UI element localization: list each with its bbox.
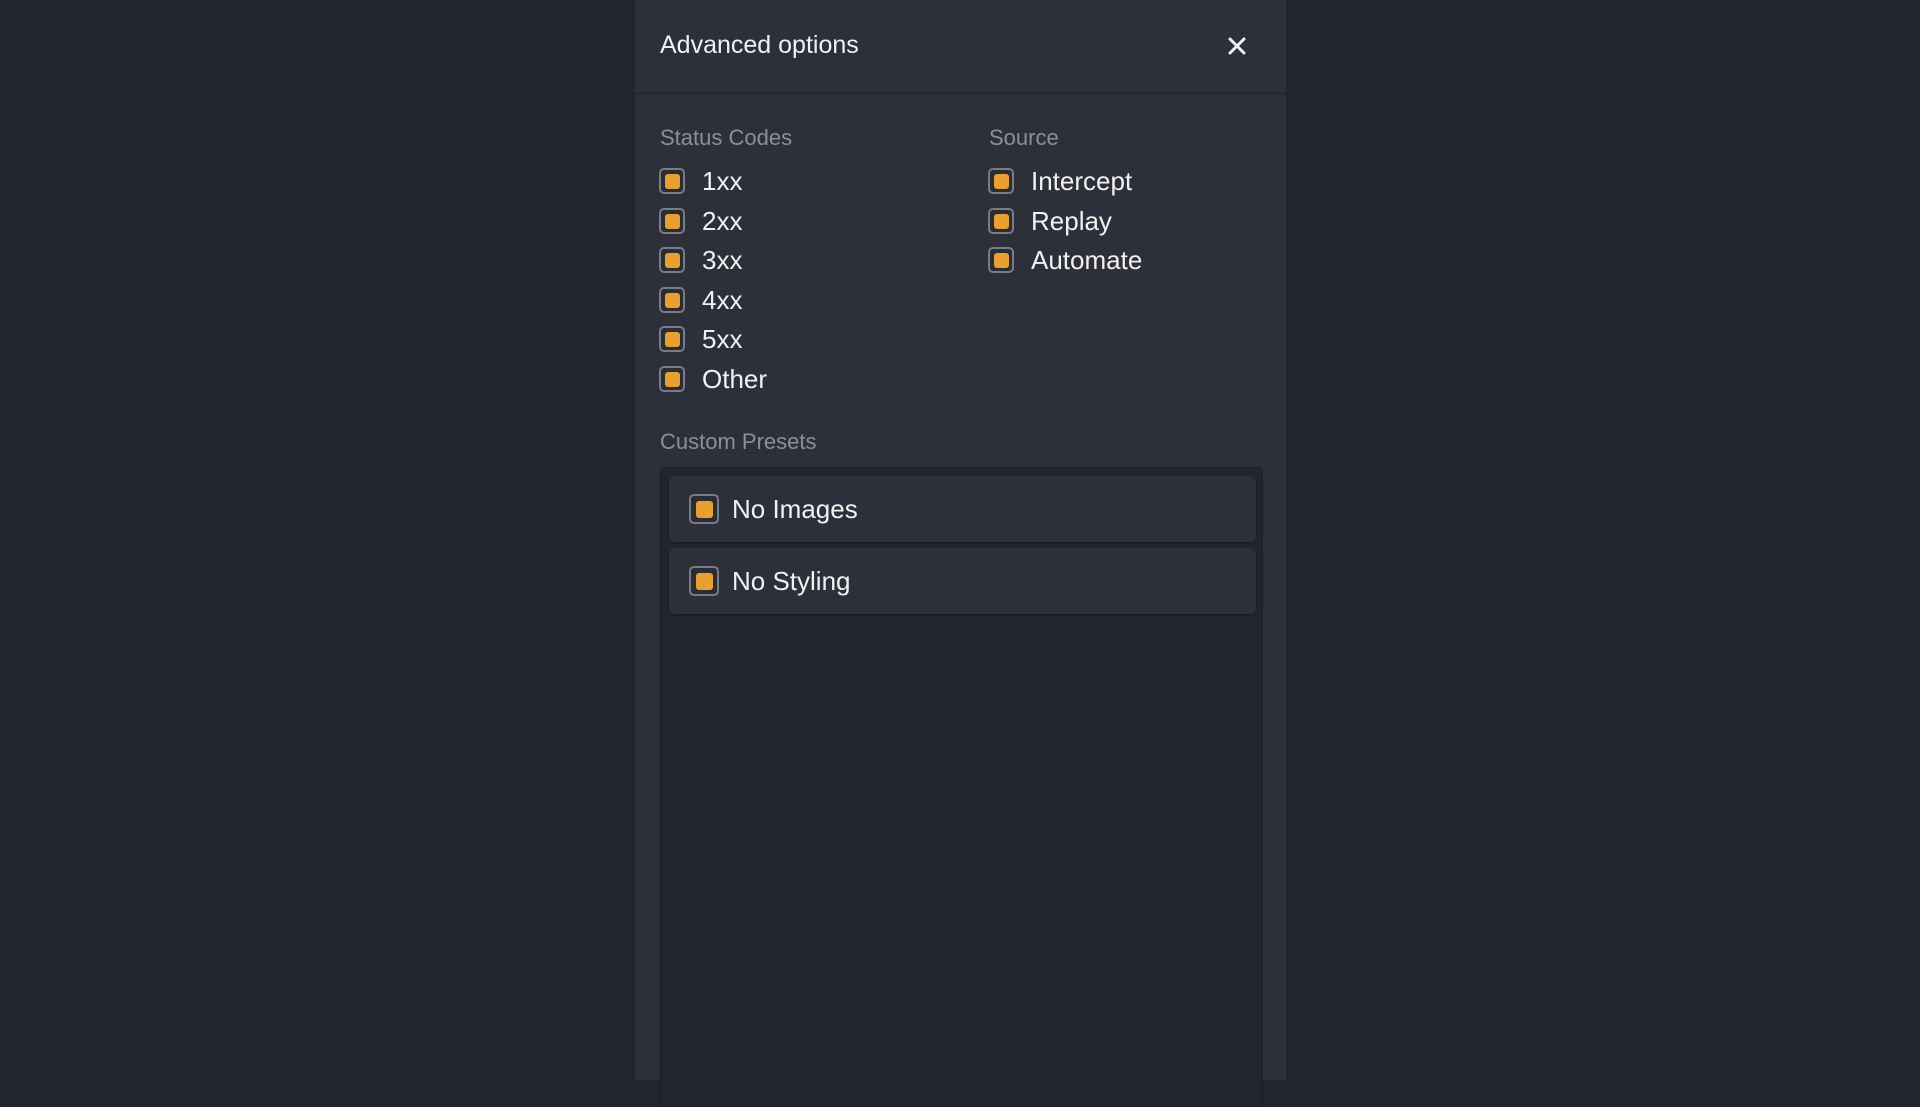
close-button[interactable] (1222, 30, 1252, 62)
checkbox[interactable] (689, 566, 719, 596)
status-3xx-checkbox[interactable]: 3xx (659, 244, 742, 276)
status-1xx-checkbox[interactable]: 1xx (659, 165, 742, 197)
checkbox-label: 3xx (702, 245, 743, 275)
source-label: Source (989, 125, 1059, 150)
preset-label: No Styling (732, 566, 851, 596)
preset-no-images[interactable]: No Images (669, 476, 1256, 542)
panel-header: Advanced options (635, 0, 1286, 95)
custom-presets-label: Custom Presets (660, 429, 817, 454)
checkbox-checked-icon (664, 213, 680, 229)
checkbox-checked-icon (664, 173, 680, 189)
status-codes-label: Status Codes (660, 125, 793, 150)
checkbox[interactable] (689, 494, 719, 524)
checkbox[interactable] (659, 208, 685, 234)
checkbox[interactable] (659, 168, 685, 194)
checkbox-label: 5xx (702, 324, 743, 354)
checkbox-label: 1xx (702, 166, 743, 196)
status-5xx-checkbox[interactable]: 5xx (659, 323, 742, 355)
checkbox-label: Intercept (1031, 166, 1133, 196)
status-other-checkbox[interactable]: Other (659, 363, 767, 395)
checkbox[interactable] (988, 247, 1014, 273)
preset-no-styling[interactable]: No Styling (669, 548, 1256, 614)
checkbox-checked-icon (993, 173, 1009, 189)
checkbox-checked-icon (664, 292, 680, 308)
source-replay-checkbox[interactable]: Replay (988, 205, 1112, 237)
checkbox[interactable] (659, 247, 685, 273)
preset-label: No Images (732, 494, 858, 524)
source-automate-checkbox[interactable]: Automate (988, 244, 1142, 276)
checkbox-label: Automate (1031, 245, 1143, 275)
checkbox[interactable] (988, 208, 1014, 234)
source-intercept-checkbox[interactable]: Intercept (988, 165, 1132, 197)
checkbox-checked-icon (664, 252, 680, 268)
status-2xx-checkbox[interactable]: 2xx (659, 205, 742, 237)
checkbox-checked-icon (695, 572, 713, 590)
checkbox-checked-icon (695, 500, 713, 518)
advanced-options-panel: Advanced options Status Codes 1xx 2xx 3x… (635, 0, 1286, 1107)
checkbox-checked-icon (993, 252, 1009, 268)
checkbox-label: 4xx (702, 285, 743, 315)
checkbox-label: 2xx (702, 206, 743, 236)
checkbox-checked-icon (664, 331, 680, 347)
checkbox-label: Other (702, 364, 768, 394)
status-4xx-checkbox[interactable]: 4xx (659, 284, 742, 316)
checkbox[interactable] (988, 168, 1014, 194)
checkbox[interactable] (659, 366, 685, 392)
checkbox-checked-icon (664, 371, 680, 387)
checkbox[interactable] (659, 326, 685, 352)
checkbox[interactable] (659, 287, 685, 313)
custom-presets-list: No Images No Styling (660, 467, 1263, 1107)
checkbox-label: Replay (1031, 206, 1112, 236)
panel-title: Advanced options (660, 31, 859, 59)
close-icon (1228, 37, 1246, 55)
checkbox-checked-icon (993, 213, 1009, 229)
